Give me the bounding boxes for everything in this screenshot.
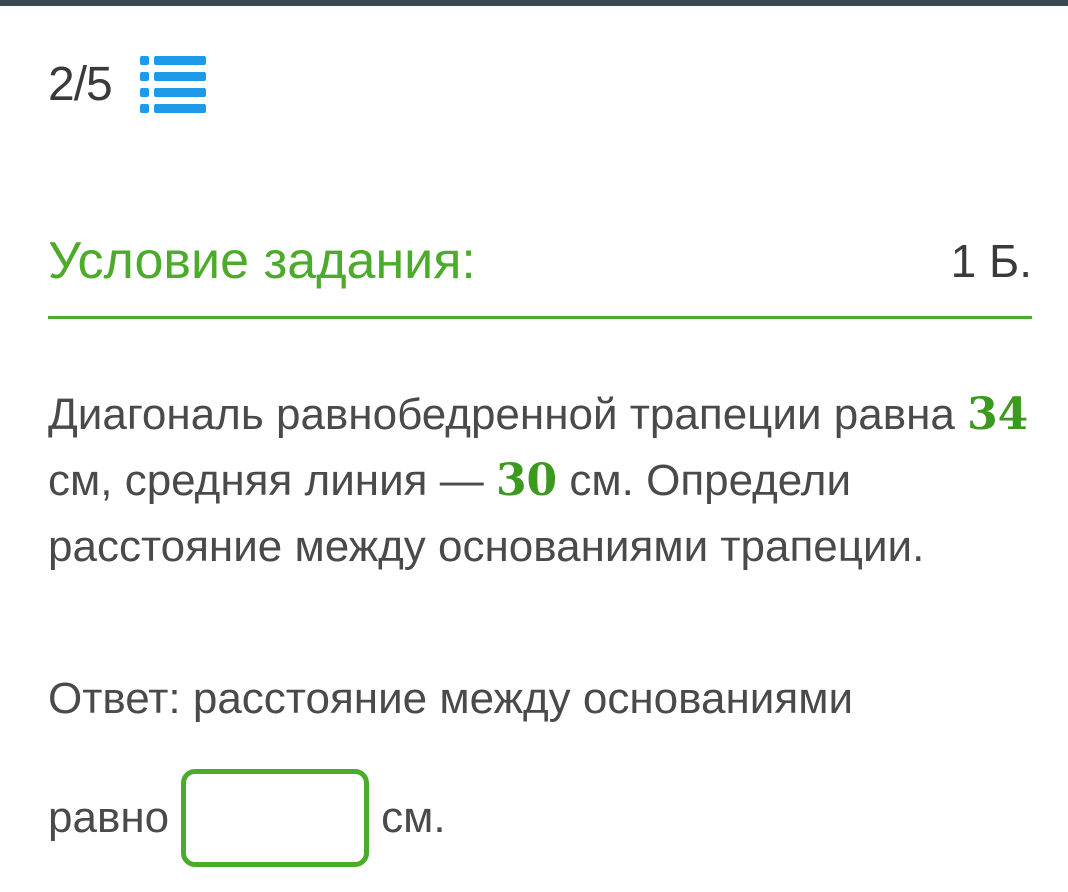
progress-text: 2/5 [48,57,113,111]
list-icon[interactable] [138,52,208,116]
task-text-part2: см, средняя линия — [48,456,496,505]
answer-input[interactable] [181,769,370,867]
progress-indicator: 2/5 [48,44,208,124]
midline-value: 30 [495,455,558,506]
header-divider [48,316,1032,319]
answer-label: Ответ: расстояние между основаниями [48,674,854,723]
task-text-part1: Диагональ равнобедренной трапеции равна [48,390,968,439]
task-points: 1 Б. [950,235,1032,287]
task-title: Условие задания: [48,232,476,290]
diagonal-value: 34 [967,389,1029,440]
answer-prefix: равно [48,793,170,842]
task-text: Диагональ равнобедренной трапеции равна … [48,382,1038,580]
task-header: Условие задания: 1 Б. [48,222,1032,300]
answer-unit: см. [381,793,446,842]
answer-row: равно см. [48,764,446,872]
top-bar [0,0,1068,6]
